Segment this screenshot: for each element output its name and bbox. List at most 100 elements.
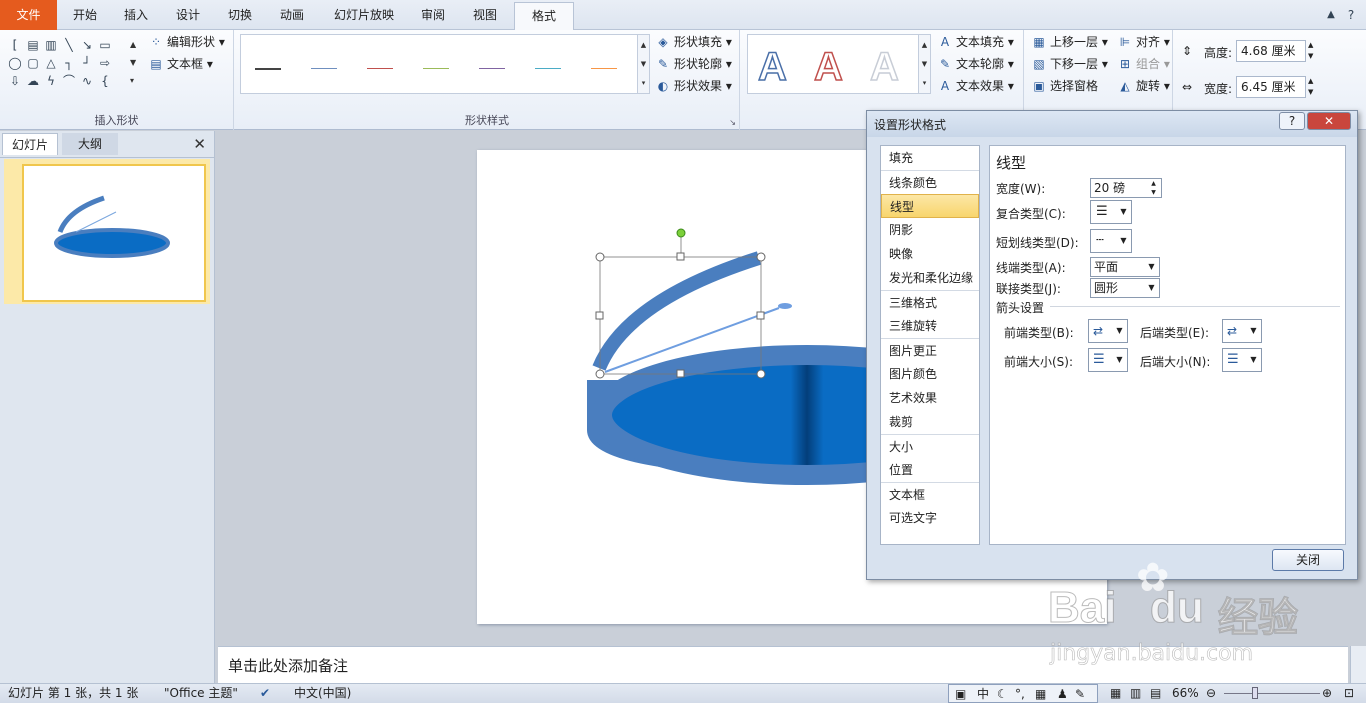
edit-shape-button[interactable]: ⁘ 编辑形状 ▾ (148, 32, 225, 52)
resize-handle-n[interactable] (676, 252, 685, 261)
line-style-orange[interactable] (591, 68, 617, 69)
shapes-gallery[interactable]: [▤ ▥ ╲ ↘ ▭ ◯ ▢ △ ┐ ┘ ⇨ ⇩ ☁ ϟ ⌒ ∿{ (6, 36, 126, 90)
normal-view-icon[interactable]: ▦ (1110, 684, 1121, 703)
minimize-ribbon-icon[interactable]: ▲ (1324, 6, 1338, 24)
nav-3d-rotation[interactable]: 三维旋转 (881, 314, 979, 338)
join-type-dropdown[interactable]: 圆形 ▼ (1090, 278, 1160, 298)
resize-handle-w[interactable] (595, 311, 604, 320)
zoom-in-icon[interactable]: ⊕ (1322, 684, 1332, 703)
line-style-green[interactable] (423, 68, 449, 69)
dash-type-dropdown[interactable]: ┄ ▼ (1090, 229, 1132, 253)
textbox-shape-icon[interactable]: ▤ (24, 36, 42, 54)
resize-handle-ne[interactable] (756, 252, 766, 262)
nav-fill[interactable]: 填充 (881, 146, 979, 170)
spellcheck-icon[interactable]: ✔ (260, 684, 270, 703)
tab-review[interactable]: 审阅 (410, 2, 456, 30)
wordart-style-red-outline[interactable]: A (813, 44, 843, 90)
compound-type-dropdown[interactable]: ☰ ▼ (1090, 200, 1132, 224)
notes-scrollbar[interactable] (1350, 646, 1366, 683)
rotate-button[interactable]: ◭ 旋转 ▾ (1117, 76, 1169, 96)
rotation-handle[interactable] (676, 228, 686, 238)
shape-styles-gallery[interactable]: ▲ ▼ ▾ (240, 34, 650, 94)
nav-reflection[interactable]: 映像 (881, 242, 979, 266)
tab-slideshow[interactable]: 幻灯片放映 (322, 2, 406, 30)
text-outline-button[interactable]: ✎ 文本轮廓 ▾ (937, 54, 1014, 74)
triangle-shape-icon[interactable]: △ (42, 54, 60, 72)
line-shape-icon[interactable]: ╲ (60, 36, 78, 54)
nav-size[interactable]: 大小 (881, 434, 979, 458)
dialog-help-button[interactable]: ? (1279, 112, 1305, 130)
resize-handle-sw[interactable] (595, 369, 605, 379)
shape-effect-button[interactable]: ◐ 形状效果 ▾ (655, 76, 732, 96)
arrow-line-shape-icon[interactable]: ↘ (78, 36, 96, 54)
line-style-red[interactable] (367, 68, 393, 69)
nav-artistic-effects[interactable]: 艺术效果 (881, 386, 979, 410)
cap-type-dropdown[interactable]: 平面 ▼ (1090, 257, 1160, 277)
height-spinner[interactable]: ▲ ▼ (1308, 40, 1313, 62)
wordart-style-blue-outline[interactable]: A (757, 44, 787, 90)
line-style-purple[interactable] (479, 68, 505, 69)
tab-design[interactable]: 设计 (164, 2, 212, 30)
end-size-dropdown[interactable]: ☰ ▼ (1222, 348, 1262, 372)
zoom-level[interactable]: 66% (1172, 684, 1199, 703)
tab-outline[interactable]: 大纲 (62, 133, 118, 155)
punctuation-icon[interactable]: °, (1015, 685, 1025, 703)
resize-handle-se[interactable] (756, 369, 766, 379)
close-pane-icon[interactable]: ✕ (193, 135, 206, 153)
half-width-icon[interactable]: ☾ (997, 685, 1008, 703)
settings-icon[interactable]: ✎ (1075, 685, 1085, 703)
shape-outline-button[interactable]: ✎ 形状轮廓 ▾ (655, 54, 732, 74)
fit-slide-icon[interactable]: ⊡ (1344, 684, 1354, 703)
dialog-titlebar[interactable]: 设置形状格式 ? ✕ (867, 111, 1357, 137)
curve-shape-icon[interactable]: ∿ (78, 72, 96, 90)
nav-picture-color[interactable]: 图片颜色 (881, 362, 979, 386)
nav-textbox[interactable]: 文本框 (881, 482, 979, 506)
oval-shape-icon[interactable]: ◯ (6, 54, 24, 72)
nav-glow[interactable]: 发光和柔化边缘 (881, 266, 979, 290)
wordart-gallery[interactable]: A A A ▲ ▼ ▾ (747, 34, 931, 94)
zoom-slider-track[interactable] (1224, 693, 1320, 694)
right-arrow-shape-icon[interactable]: ⇨ (96, 54, 114, 72)
vertical-textbox-shape-icon[interactable]: ▥ (42, 36, 60, 54)
ime-toolbar[interactable]: ▣ 中 ☾ °, ▦ ♟ ✎ (948, 684, 1098, 703)
begin-size-dropdown[interactable]: ☰ ▼ (1088, 348, 1128, 372)
line-width-input[interactable]: 20 磅 ▲ ▼ (1090, 178, 1162, 198)
resize-handle-nw[interactable] (595, 252, 605, 262)
cloud-shape-icon[interactable]: ☁ (24, 72, 42, 90)
text-effect-button[interactable]: A 文本效果 ▾ (937, 76, 1014, 96)
align-button[interactable]: ⊫ 对齐 ▾ (1117, 32, 1170, 52)
resize-handle-e[interactable] (756, 311, 765, 320)
zoom-out-icon[interactable]: ⊖ (1206, 684, 1216, 703)
text-fill-button[interactable]: A 文本填充 ▾ (937, 32, 1014, 52)
tab-animations[interactable]: 动画 (268, 2, 316, 30)
line-style-blue[interactable] (311, 68, 337, 69)
elbow-connector-shape-icon[interactable]: ┐ (60, 54, 78, 72)
nav-alt-text[interactable]: 可选文字 (881, 506, 979, 530)
ime-mode[interactable]: 中 (977, 685, 989, 703)
tab-insert[interactable]: 插入 (112, 2, 160, 30)
tab-file[interactable]: 文件 (0, 0, 57, 30)
shapes-gallery-scroll[interactable]: ▲ ▼ ▾ (130, 36, 140, 90)
arc-shape-icon[interactable]: ⌒ (60, 72, 78, 90)
user-icon[interactable]: ♟ (1057, 685, 1068, 703)
tab-home[interactable]: 开始 (60, 2, 110, 30)
nav-shadow[interactable]: 阴影 (881, 218, 979, 242)
nav-line-color[interactable]: 线条颜色 (881, 170, 979, 194)
tab-transitions[interactable]: 切换 (216, 2, 264, 30)
textbox-button[interactable]: ▤ 文本框 ▾ (148, 54, 213, 74)
wordart-scroll[interactable]: ▲ ▼ ▾ (918, 35, 930, 93)
elbow-arrow-shape-icon[interactable]: ┘ (78, 54, 96, 72)
lightning-shape-icon[interactable]: ϟ (42, 72, 60, 90)
dialog-close-x-icon[interactable]: ✕ (1307, 112, 1351, 130)
bring-forward-button[interactable]: ▦ 上移一层 ▾ (1031, 32, 1108, 52)
nav-line-style[interactable]: 线型 (881, 194, 979, 218)
nav-picture-corrections[interactable]: 图片更正 (881, 338, 979, 362)
dialog-launcher-icon[interactable]: ↘ (729, 118, 736, 127)
down-arrow-shape-icon[interactable]: ⇩ (6, 72, 24, 90)
line-style-dark[interactable] (255, 68, 281, 70)
tab-view[interactable]: 视图 (462, 2, 508, 30)
wordart-style-gray-outline[interactable]: A (869, 44, 899, 90)
begin-type-dropdown[interactable]: ⇄ ▼ (1088, 319, 1128, 343)
shape-styles-scroll[interactable]: ▲ ▼ ▾ (637, 35, 649, 93)
rectangle-shape-icon[interactable]: ▭ (96, 36, 114, 54)
